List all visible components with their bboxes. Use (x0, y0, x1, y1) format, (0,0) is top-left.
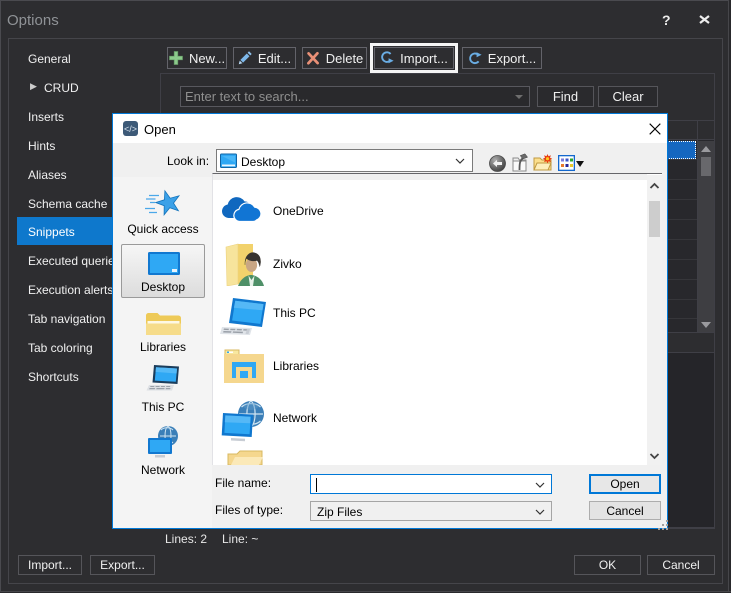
svg-text:</>: </> (124, 124, 137, 134)
